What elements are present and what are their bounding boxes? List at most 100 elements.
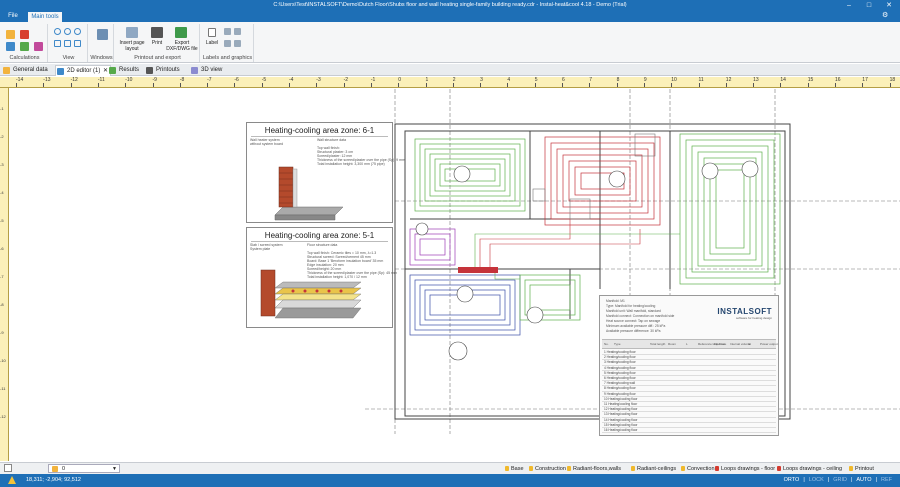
tab-file[interactable]: File [0, 11, 26, 22]
layer-tab[interactable]: Convection [681, 464, 715, 474]
snap-mode-ref[interactable]: REF [881, 477, 892, 483]
tab-2d-editor[interactable]: 2D editor (1) ✕ [55, 65, 111, 76]
logo-text: INSTALSOFT [717, 307, 772, 316]
tab-main-tools[interactable]: Main tools [28, 12, 62, 22]
tab-printouts[interactable]: Printouts [145, 65, 185, 76]
drawing-canvas[interactable]: Heating-cooling area zone: 6-1 Wall heat… [10, 89, 900, 461]
layer-tab-label: Loops drawings - floor [721, 466, 776, 472]
ruler-tick [97, 83, 99, 87]
warning-icon[interactable] [8, 476, 16, 484]
calc-heat-icon[interactable] [6, 42, 15, 51]
group-label: Printout and export [134, 55, 181, 61]
mode-separator: | [875, 477, 877, 483]
close-button[interactable]: ✕ [882, 0, 896, 11]
layer-tab[interactable]: Radiant-floors,walls [567, 464, 621, 474]
ruler-tick [780, 83, 782, 87]
snap-mode-orto[interactable]: ORTO [784, 477, 800, 483]
results-header: No. Type Total length Room L Reference loop f… [602, 339, 778, 349]
manifold-info-line: Manifold unit: Wall manifold, standard [606, 309, 661, 313]
results-column-header: Room [668, 342, 677, 346]
windows-icon[interactable] [97, 29, 108, 40]
calc-manifold-icon[interactable] [6, 30, 15, 39]
wall-section-illustration [274, 166, 344, 221]
pan-icon[interactable] [64, 40, 71, 47]
results-icon [109, 67, 116, 74]
ruler-tick [753, 83, 755, 87]
print-icon[interactable] [151, 27, 163, 38]
ruler-tick [70, 83, 72, 87]
refresh-icon[interactable] [74, 40, 81, 47]
calc-results-icon[interactable] [20, 42, 29, 51]
graphic-icon[interactable] [224, 40, 231, 47]
export-dxf-label[interactable]: Export DXF/DWG file [166, 40, 198, 52]
ruler-tick [16, 83, 17, 87]
status-bar: 18,311; -2,904; 92,512 ORTO | LOCK | GRID | AU… [0, 474, 900, 487]
help-icon[interactable]: ⚙ [882, 12, 890, 20]
calc-loops-icon[interactable] [20, 30, 29, 39]
ruler-tick-label: -1 [0, 106, 4, 111]
results-row-label: 16 Heating/cooling floor [604, 428, 638, 432]
graphic-icon[interactable] [234, 40, 241, 47]
ruler-tick-label: -14 [16, 77, 24, 83]
supply-pipes [479, 219, 641, 267]
ruler-tick [698, 83, 700, 87]
page-layout-icon[interactable] [126, 27, 138, 38]
label-label[interactable]: Label [204, 40, 220, 46]
layer-tab-label: Base [511, 466, 524, 472]
layer-bulb-icon [567, 466, 571, 471]
zoom-all-icon[interactable] [54, 40, 61, 47]
zoom-out-icon[interactable] [64, 28, 71, 35]
layer-manager-icon[interactable] [4, 464, 12, 472]
snap-mode-grid[interactable]: GRID [833, 477, 847, 483]
calc-check-icon[interactable] [34, 42, 43, 51]
snap-mode-auto[interactable]: AUTO [856, 477, 871, 483]
layer-bar: 0 ▼ Base Construction Radiant-floors,walls… [0, 462, 900, 474]
layer-select[interactable]: 0 ▼ [48, 464, 120, 473]
layer-tab[interactable]: Printout [849, 464, 874, 474]
mode-separator: | [803, 477, 805, 483]
layer-bulb-icon [777, 466, 781, 471]
tab-label: 2D editor (1) [67, 68, 101, 74]
ruler-tick-label: -4 [0, 190, 4, 195]
tab-3d-view[interactable]: 3D view [190, 65, 224, 76]
window-title: C:\Users\Test\INSTALSOFT\Demo\Dutch Floo… [273, 2, 627, 8]
graphic-icon[interactable] [234, 28, 241, 35]
layer-bulb-icon [52, 466, 58, 472]
results-column-header: Type [614, 342, 621, 346]
ruler-tick-label: -12 [70, 77, 78, 83]
layer-tab[interactable]: Radiant-ceilings [631, 464, 676, 474]
layer-tab-label: Printout [855, 466, 874, 472]
vertical-ruler: -1 -2 -3 -4 -5 -6 -7 -8 -9 -10 -11 -12 [0, 88, 9, 461]
general-data-icon [3, 67, 10, 74]
label-icon[interactable] [208, 28, 216, 37]
results-table-panel[interactable]: INSTALSOFT software for heating design Ma… [599, 295, 779, 436]
logo-subtitle: software for heating design [735, 316, 772, 320]
group-label: Windows [90, 55, 113, 61]
zoom-in-icon[interactable] [54, 28, 61, 35]
manifold-info-line: Manifold: M1 [606, 299, 625, 303]
layer-tab[interactable]: Loops drawings - floor [715, 464, 775, 474]
chevron-down-icon: ▼ [112, 466, 117, 472]
minimize-button[interactable]: – [842, 0, 856, 11]
results-column-header: No. [604, 342, 609, 346]
zone-panel-6-1[interactable]: Heating-cooling area zone: 6-1 Wall heat… [246, 122, 405, 223]
ruler-tick-label: -12 [0, 414, 6, 419]
results-row[interactable]: 16 Heating/cooling floor [602, 428, 776, 434]
ruler-tick [480, 83, 482, 87]
manifold [458, 267, 498, 273]
insert-page-layout-label[interactable]: Insert page layout [116, 40, 148, 52]
layer-tab[interactable]: Construction [529, 464, 566, 474]
export-dxf-icon[interactable] [175, 27, 187, 38]
snap-mode-lock[interactable]: LOCK [809, 477, 824, 483]
zoom-window-icon[interactable] [74, 28, 81, 35]
tab-results[interactable]: Results [108, 65, 140, 76]
layer-tab[interactable]: Base [505, 464, 524, 474]
group-label: Calculations [9, 55, 40, 61]
ruler-tick [343, 83, 345, 87]
print-label[interactable]: Print [148, 40, 166, 46]
layer-tab[interactable]: Loops drawings - ceiling [777, 464, 842, 474]
graphic-icon[interactable] [224, 28, 231, 35]
maximize-button[interactable]: □ [862, 0, 876, 11]
zone-panel-5-1[interactable]: Heating-cooling area zone: 5-1 Slab / sc… [246, 227, 397, 328]
tab-general-data[interactable]: General data [2, 65, 48, 76]
